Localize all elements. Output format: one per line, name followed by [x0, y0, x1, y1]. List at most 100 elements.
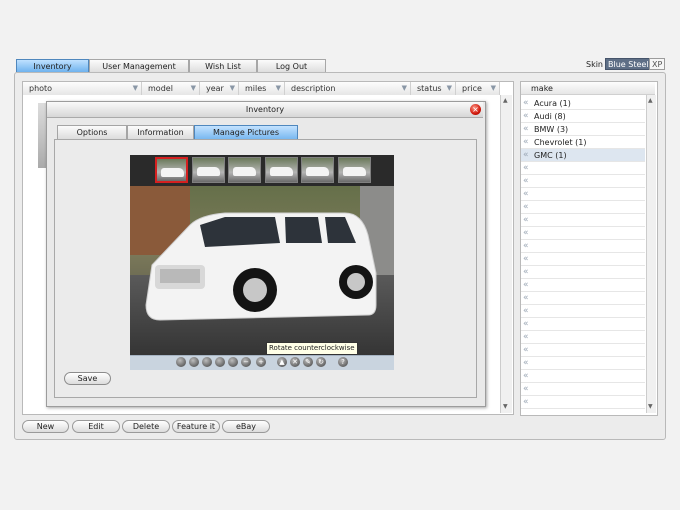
chevron-left-icon: « [523, 280, 529, 290]
make-item-empty[interactable]: « [521, 240, 645, 253]
feature-it-button[interactable]: Feature it [172, 420, 220, 433]
make-item-empty[interactable]: « [521, 253, 645, 266]
rotate-counterclockwise-icon[interactable] [176, 357, 186, 367]
scroll-down-icon[interactable]: ▼ [648, 403, 653, 410]
make-item-empty[interactable]: « [521, 344, 645, 357]
tab-inventory[interactable]: Inventory [16, 59, 89, 72]
save-button[interactable]: Save [64, 372, 111, 385]
chevron-left-icon: « [523, 293, 529, 303]
close-icon[interactable]: × [470, 104, 481, 115]
picture-thumbnail[interactable] [337, 157, 371, 183]
tooltip: Rotate counterclockwise [266, 342, 358, 355]
skin-option-blue-steel[interactable]: Blue Steel [605, 58, 652, 70]
make-item-empty[interactable]: « [521, 396, 645, 409]
make-item-empty[interactable]: « [521, 331, 645, 344]
picture-thumbnail[interactable] [191, 157, 225, 183]
make-item-empty[interactable]: « [521, 214, 645, 227]
zoom-icon[interactable] [215, 357, 225, 367]
column-header-photo[interactable]: photo ▼ [23, 82, 142, 95]
chevron-left-icon: « [523, 345, 529, 355]
chevron-left-icon: « [523, 332, 529, 342]
skin-option-xp[interactable]: XP [649, 58, 666, 70]
vehicle-photo [130, 155, 394, 369]
column-header-description[interactable]: description ▼ [285, 82, 411, 95]
row-photo-thumbnail [38, 103, 46, 168]
chevron-down-icon: ▼ [229, 84, 235, 92]
make-item-empty[interactable]: « [521, 227, 645, 240]
column-header-price[interactable]: price ▼ [456, 82, 500, 95]
make-header[interactable]: make [521, 82, 655, 95]
edit-button[interactable]: Edit [72, 420, 120, 433]
tab-log-out[interactable]: Log Out [257, 59, 326, 72]
scroll-down-icon[interactable]: ▼ [503, 403, 508, 410]
crop-icon[interactable] [228, 357, 238, 367]
edit-icon[interactable]: ✎ [303, 357, 313, 367]
column-header-miles[interactable]: miles ▼ [239, 82, 285, 95]
tab-options[interactable]: Options [57, 125, 127, 139]
make-item-chevrolet[interactable]: «Chevrolet (1) [521, 136, 645, 149]
chevron-left-icon: « [523, 150, 529, 160]
flip-icon[interactable] [202, 357, 212, 367]
chevron-left-icon: « [523, 371, 529, 381]
tab-user-management[interactable]: User Management [89, 59, 189, 72]
tab-information[interactable]: Information [127, 125, 194, 139]
move-up-icon[interactable]: ▲ [277, 357, 287, 367]
scroll-up-icon[interactable]: ▲ [503, 97, 508, 104]
minus-icon[interactable]: − [241, 357, 251, 367]
column-header-year[interactable]: year ▼ [200, 82, 239, 95]
make-item-audi[interactable]: «Audi (8) [521, 110, 645, 123]
make-item-empty[interactable]: « [521, 279, 645, 292]
new-button[interactable]: New [22, 420, 69, 433]
refresh-icon[interactable]: ↻ [316, 357, 326, 367]
make-item-empty[interactable]: « [521, 370, 645, 383]
help-icon[interactable]: ? [338, 357, 348, 367]
chevron-left-icon: « [523, 254, 529, 264]
chevron-left-icon: « [523, 319, 529, 329]
chevron-left-icon: « [523, 163, 529, 173]
make-item-empty[interactable]: « [521, 162, 645, 175]
make-item-empty[interactable]: « [521, 175, 645, 188]
add-icon[interactable]: + [256, 357, 266, 367]
grid-scrollbar[interactable]: ▲ ▼ [500, 95, 512, 413]
tab-manage-pictures[interactable]: Manage Pictures [194, 125, 298, 139]
make-item-empty[interactable]: « [521, 383, 645, 396]
scroll-up-icon[interactable]: ▲ [648, 97, 653, 104]
make-item-empty[interactable]: « [521, 266, 645, 279]
make-item-empty[interactable]: « [521, 357, 645, 370]
make-item-empty[interactable]: « [521, 188, 645, 201]
rotate-clockwise-icon[interactable] [189, 357, 199, 367]
dialog-title[interactable]: Inventory [47, 102, 483, 118]
chevron-left-icon: « [523, 215, 529, 225]
make-item-empty[interactable]: « [521, 318, 645, 331]
delete-icon[interactable]: ✕ [290, 357, 300, 367]
picture-thumbnail[interactable] [264, 157, 298, 183]
ebay-button[interactable]: eBay [222, 420, 270, 433]
chevron-left-icon: « [523, 98, 529, 108]
picture-thumbnail[interactable] [228, 157, 261, 183]
chevron-down-icon: ▼ [190, 84, 196, 92]
chevron-left-icon: « [523, 241, 529, 251]
make-item-empty[interactable]: « [521, 201, 645, 214]
make-scrollbar[interactable]: ▲ ▼ [646, 95, 656, 413]
column-header-status[interactable]: status ▼ [411, 82, 456, 95]
tab-wish-list[interactable]: Wish List [189, 59, 257, 72]
chevron-left-icon: « [523, 306, 529, 316]
column-header-model[interactable]: model ▼ [142, 82, 200, 95]
make-item-empty[interactable]: « [521, 292, 645, 305]
chevron-left-icon: « [523, 384, 529, 394]
make-item-gmc[interactable]: «GMC (1) [521, 149, 645, 162]
make-item-acura[interactable]: «Acura (1) [521, 97, 645, 110]
picture-thumbnail[interactable] [155, 157, 188, 183]
chevron-down-icon: ▼ [275, 84, 281, 92]
chevron-left-icon: « [523, 176, 529, 186]
chevron-left-icon: « [523, 228, 529, 238]
chevron-left-icon: « [523, 358, 529, 368]
make-item-empty[interactable]: « [521, 305, 645, 318]
picture-thumbnail[interactable] [301, 157, 334, 183]
delete-button[interactable]: Delete [122, 420, 170, 433]
chevron-down-icon: ▼ [446, 84, 452, 92]
make-item-bmw[interactable]: «BMW (3) [521, 123, 645, 136]
chevron-left-icon: « [523, 137, 529, 147]
chevron-down-icon: ▼ [490, 84, 496, 92]
chevron-left-icon: « [523, 189, 529, 199]
